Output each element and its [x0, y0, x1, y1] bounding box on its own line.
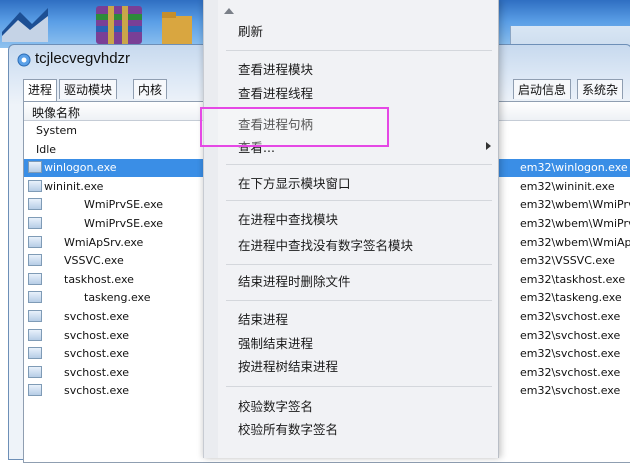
menu-item-force-kill[interactable]: 强制结束进程	[238, 334, 313, 354]
menu-item-kill-process[interactable]: 结束进程	[238, 310, 288, 330]
process-icon	[28, 272, 42, 285]
process-path: em32\VSSVC.exe	[520, 254, 615, 268]
process-path: em32\svchost.exe	[520, 328, 621, 342]
process-name: winlogon.exe	[44, 161, 117, 175]
app-icon	[17, 53, 31, 67]
process-icon	[28, 198, 42, 211]
process-icon	[28, 235, 42, 248]
menu-separator	[226, 264, 492, 265]
process-icon	[28, 254, 42, 267]
tab-processes[interactable]: 进程	[23, 79, 58, 101]
process-icon	[28, 384, 42, 397]
process-path: em32\svchost.exe	[520, 347, 621, 361]
menu-item-verify-all-signatures[interactable]: 校验所有数字签名	[238, 420, 338, 440]
menu-separator	[226, 386, 492, 387]
process-name: taskhost.exe	[64, 272, 134, 286]
menu-item-verify-signature[interactable]: 校验数字签名	[238, 397, 313, 417]
process-icon	[28, 161, 42, 174]
menu-item-find-unsigned-module[interactable]: 在进程中查找没有数字签名模块	[238, 236, 413, 256]
process-path: em32\svchost.exe	[520, 384, 621, 398]
process-name: Idle	[36, 142, 57, 156]
process-path: em32\winlogon.exe	[520, 161, 628, 175]
folder-icon[interactable]	[160, 2, 194, 48]
process-icon	[28, 291, 42, 304]
process-name: svchost.exe	[64, 347, 130, 361]
menu-item-show-module-window[interactable]: 在下方显示模块窗口	[238, 174, 351, 194]
process-path: em32\svchost.exe	[520, 365, 621, 379]
menu-separator	[226, 164, 492, 165]
process-name: WmiPrvSE.exe	[84, 198, 164, 212]
process-name: System	[36, 124, 78, 137]
menu-item-kill-tree[interactable]: 按进程树结束进程	[238, 357, 338, 377]
menu-item-delete-on-kill[interactable]: 结束进程时删除文件	[238, 272, 351, 292]
column-image-name[interactable]: 映像名称	[32, 104, 80, 121]
context-menu: 刷新 查看进程模块 查看进程线程 查看进程句柄 查看... 在下方显示模块窗口 …	[203, 0, 499, 458]
process-name: svchost.exe	[64, 310, 130, 323]
tab-kernel[interactable]: 内核	[133, 79, 168, 99]
tab-driver-modules[interactable]: 驱动模块	[59, 79, 118, 99]
menu-gutter	[204, 0, 218, 458]
process-path: em32\svchost.exe	[520, 310, 621, 323]
process-icon	[28, 365, 42, 378]
process-path: em32\wbem\WmiApSr	[520, 235, 630, 249]
menu-item-view-modules[interactable]: 查看进程模块	[238, 60, 313, 80]
tab-system-misc[interactable]: 系统杂	[577, 79, 624, 99]
menu-item-find-module[interactable]: 在进程中查找模块	[238, 210, 338, 230]
menu-item-refresh[interactable]: 刷新	[238, 22, 263, 42]
process-icon	[28, 179, 42, 192]
process-icon	[28, 328, 42, 341]
process-name: svchost.exe	[64, 328, 130, 342]
menu-item-view-threads[interactable]: 查看进程线程	[238, 84, 313, 104]
process-name: wininit.exe	[44, 179, 104, 193]
process-name: VSSVC.exe	[64, 254, 124, 268]
menu-separator	[226, 200, 492, 201]
process-name: svchost.exe	[64, 365, 130, 379]
process-name: taskeng.exe	[84, 291, 151, 305]
process-path: em32\taskeng.exe	[520, 291, 622, 305]
process-path: em32\taskhost.exe	[520, 272, 626, 286]
process-icon	[28, 310, 42, 322]
winrar-archive-icon[interactable]	[88, 4, 150, 46]
process-path: em32\wininit.exe	[520, 179, 615, 193]
process-name: WmiPrvSE.exe	[84, 217, 164, 230]
highlight-annotation	[200, 107, 389, 147]
process-path: em32\wbem\WmiPrvS	[520, 198, 630, 212]
menu-separator	[226, 50, 492, 51]
menu-separator	[226, 300, 492, 301]
desktop-shortcut-icon[interactable]	[2, 2, 48, 42]
window-title: tcjlecvegvhdzr	[35, 50, 131, 67]
tab-startup-info[interactable]: 启动信息	[513, 79, 572, 99]
process-name: WmiApSrv.exe	[64, 235, 144, 249]
process-icon	[28, 347, 42, 360]
process-icon	[28, 217, 42, 229]
process-path: em32\wbem\WmiPrvS	[520, 217, 630, 230]
process-name: svchost.exe	[64, 384, 130, 398]
submenu-arrow-icon	[486, 142, 491, 150]
menu-scroll-up-icon[interactable]	[224, 8, 234, 14]
